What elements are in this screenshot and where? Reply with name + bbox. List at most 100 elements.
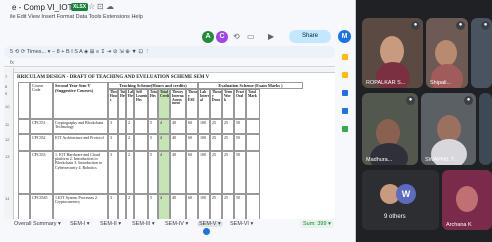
collaborator-avatar[interactable]: A xyxy=(202,31,214,43)
table-cell[interactable]: 25 xyxy=(210,134,222,151)
collaborator-avatar-2[interactable]: C xyxy=(216,31,228,43)
table-cell[interactable] xyxy=(18,119,30,134)
tab-sem-iii[interactable]: SEM-III ▾ xyxy=(132,221,155,227)
table-cell[interactable]: 5 xyxy=(148,119,158,134)
course-code-cell[interactable]: CPC3545 xyxy=(30,194,53,220)
table-cell[interactable] xyxy=(134,134,148,151)
table-cell[interactable] xyxy=(134,194,148,220)
column-header[interactable]: Total Hrs xyxy=(148,89,158,119)
column-header[interactable]: Theor y Dura xyxy=(210,89,222,119)
course-name-cell[interactable]: 1.IOT System Processes 2. Cryptocurrency xyxy=(53,194,108,220)
table-cell[interactable]: 100 xyxy=(198,151,210,194)
column-header[interactable]: Lab Hrs xyxy=(126,89,134,119)
participant-tile[interactable]: ● Shipali... xyxy=(426,18,468,88)
column-header[interactable]: Total Credit xyxy=(158,89,170,119)
meet-icon[interactable]: ▶ xyxy=(268,32,274,41)
table-cell[interactable] xyxy=(18,194,30,220)
table-cell[interactable] xyxy=(134,151,148,194)
table-cell[interactable]: 50 xyxy=(234,119,246,134)
table-cell[interactable]: 60 xyxy=(186,119,198,134)
table-cell[interactable] xyxy=(18,134,30,151)
table-cell[interactable]: 2 xyxy=(126,134,134,151)
table-cell[interactable]: 2 xyxy=(126,151,134,194)
cloud-icon[interactable]: ☁ xyxy=(106,2,114,11)
menu-bar[interactable]: ile Edit View Insert Format Data Tools E… xyxy=(10,14,143,20)
tab-sem-vi[interactable]: SEM-VI ▾ xyxy=(230,221,253,227)
table-cell[interactable]: 60 xyxy=(186,134,198,151)
move-icon[interactable]: ⊡ xyxy=(97,2,104,11)
table-cell[interactable]: 3 xyxy=(108,134,118,151)
table-cell[interactable]: 25 xyxy=(210,151,222,194)
table-cell[interactable]: 4 xyxy=(158,151,170,194)
course-code-cell[interactable]: CPC353 xyxy=(30,151,53,194)
participant-tile[interactable]: ● Madhura... xyxy=(362,93,418,165)
table-cell[interactable]: 3 xyxy=(108,151,118,194)
table-cell[interactable] xyxy=(18,151,30,194)
table-cell[interactable]: 40 xyxy=(170,151,186,194)
table-cell[interactable]: 50 xyxy=(234,151,246,194)
column-header[interactable]: Tut Hrs xyxy=(118,89,126,119)
table-cell[interactable] xyxy=(118,134,126,151)
column-header[interactable]: Self Learning Hrs xyxy=(134,89,148,119)
course-code-cell[interactable]: CPC352 xyxy=(30,134,53,151)
table-cell[interactable]: 25 xyxy=(222,194,234,220)
table-cell[interactable] xyxy=(118,194,126,220)
others-tile[interactable]: W 9 others xyxy=(362,170,439,230)
table-cell[interactable] xyxy=(134,119,148,134)
tab-sem-iv[interactable]: SEM-IV ▾ xyxy=(165,221,188,227)
table-cell[interactable] xyxy=(246,134,260,151)
star-icon[interactable]: ☆ xyxy=(88,2,95,11)
tab-sem-i[interactable]: SEM-I ▾ xyxy=(70,221,90,227)
table-cell[interactable]: 2 xyxy=(126,194,134,220)
table-cell[interactable]: 4 xyxy=(158,194,170,220)
tab-sem-v[interactable]: SEM-V ▾ xyxy=(197,221,223,227)
column-header[interactable]: Term Wor k xyxy=(222,89,234,119)
table-cell[interactable]: 5 xyxy=(148,151,158,194)
calendar-icon[interactable] xyxy=(342,54,348,60)
course-code-cell[interactable]: CPC351 xyxy=(30,119,53,134)
table-cell[interactable]: 25 xyxy=(222,134,234,151)
table-cell[interactable]: 60 xyxy=(186,151,198,194)
comment-icon[interactable]: ▭ xyxy=(247,32,255,41)
table-cell[interactable]: 4 xyxy=(158,119,170,134)
table-cell[interactable]: 40 xyxy=(170,119,186,134)
table-cell[interactable] xyxy=(246,194,260,220)
participant-tile[interactable]: Archana K xyxy=(442,170,492,230)
maps-icon[interactable] xyxy=(342,126,348,132)
tab-sem-ii[interactable]: SEM-II ▾ xyxy=(100,221,121,227)
participant-tile[interactable]: ● xyxy=(471,18,492,88)
table-cell[interactable]: 50 xyxy=(234,134,246,151)
participant-tile[interactable]: ● ROPALKAR S... xyxy=(362,18,423,88)
keep-icon[interactable] xyxy=(342,72,348,78)
document-title[interactable]: e - Comp VI_IOT xyxy=(12,3,72,12)
table-cell[interactable]: 40 xyxy=(170,194,186,220)
formatting-toolbar[interactable]: 5 ⟲ ⟳ Times... ▾ − 8 + B I S A ◈ ⊞ ≡ ↧ ⇥… xyxy=(4,46,335,58)
table-cell[interactable]: 60 xyxy=(186,194,198,220)
table-cell[interactable]: 25 xyxy=(210,119,222,134)
tasks-icon[interactable] xyxy=(342,90,348,96)
table-cell[interactable]: 100 xyxy=(198,119,210,134)
contacts-icon[interactable] xyxy=(342,108,348,114)
column-header[interactable]: Theory Interna Assess ment xyxy=(170,89,186,119)
participant-tile[interactable] xyxy=(479,93,492,165)
column-header[interactable]: Lab Intern al xyxy=(198,89,210,119)
spreadsheet-grid[interactable]: 7 8 9 10 11 12 13 14 RRICULAM DESIGN - D… xyxy=(4,68,335,220)
course-name-cell[interactable]: IOT Architecture and Protocol xyxy=(53,134,108,151)
column-header[interactable]: Total Mark xyxy=(246,89,260,119)
course-name-cell[interactable]: 1. IOT Hardware and Cloud platform 2. In… xyxy=(53,151,108,194)
table-cell[interactable]: 100 xyxy=(198,194,210,220)
table-cell[interactable] xyxy=(118,119,126,134)
participant-tile[interactable]: ● SWAPNIL T... xyxy=(421,93,476,165)
table-cell[interactable]: 3 xyxy=(108,194,118,220)
column-header[interactable]: Theor y ESE xyxy=(186,89,198,119)
table-cell[interactable]: 2 xyxy=(126,119,134,134)
table-cell[interactable]: 100 xyxy=(198,134,210,151)
table-cell[interactable]: 3 xyxy=(108,119,118,134)
formula-bar[interactable]: fx xyxy=(4,59,335,67)
share-button[interactable]: Share xyxy=(289,30,331,43)
table-cell[interactable]: 25 xyxy=(210,194,222,220)
table-cell[interactable]: 40 xyxy=(170,134,186,151)
table-cell[interactable] xyxy=(246,119,260,134)
table-cell[interactable] xyxy=(118,151,126,194)
account-avatar[interactable]: M xyxy=(338,30,351,43)
